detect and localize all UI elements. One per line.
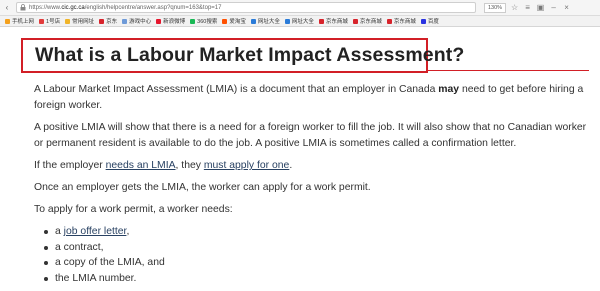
zoom-level[interactable]: 130% <box>484 2 507 13</box>
bookmark-item[interactable]: 手机上网 <box>5 17 34 25</box>
bookmark-favicon-icon <box>65 18 71 24</box>
bookmark-favicon-icon <box>99 18 105 24</box>
bookmark-item[interactable]: 常用网址 <box>65 17 94 25</box>
list-item: the LMIA number. <box>34 271 591 287</box>
bookmark-favicon-icon <box>284 18 290 24</box>
paragraph-intro: A Labour Market Impact Assessment (LMIA)… <box>34 84 584 111</box>
close-icon[interactable]: × <box>562 3 571 12</box>
title-divider <box>427 70 589 71</box>
list-item: a job offer letter, <box>34 224 591 240</box>
job-offer-letter-link[interactable]: job offer letter <box>64 226 127 237</box>
bookmark-item[interactable]: 网址大全 <box>250 17 280 25</box>
bookmark-item[interactable]: 京东商城 <box>352 17 382 25</box>
bookmark-favicon-icon <box>352 18 358 24</box>
bookmark-star-icon[interactable]: ☆ <box>510 3 519 12</box>
browser-toolbar: ‹ https://www.cic.gc.ca/english/helpcent… <box>0 0 600 16</box>
bookmark-item[interactable]: 游戏中心 <box>122 17 151 25</box>
list-item: a contract, <box>34 240 591 256</box>
title-area: What is a Labour Market Impact Assessmen… <box>21 38 591 75</box>
page-content: What is a Labour Market Impact Assessmen… <box>21 38 591 286</box>
bookmark-favicon-icon <box>122 18 128 24</box>
menu-icon[interactable]: ≡ <box>523 3 532 12</box>
bookmark-item[interactable]: 1号店 <box>39 17 60 25</box>
paragraph-positive-lmia: A positive LMIA will show that there is … <box>34 122 587 149</box>
bookmark-item[interactable]: 爱淘宝 <box>222 17 246 25</box>
bookmark-item[interactable]: 网址大全 <box>284 17 314 25</box>
page-title: What is a Labour Market Impact Assessmen… <box>35 44 465 66</box>
extensions-icon[interactable]: ▣ <box>536 3 545 12</box>
must-apply-link[interactable]: must apply for one <box>204 160 289 171</box>
back-icon[interactable]: ‹ <box>2 3 12 13</box>
requirements-list: a job offer letter, a contract, a copy o… <box>34 224 591 286</box>
bookmark-favicon-icon <box>420 18 426 24</box>
bookmark-favicon-icon <box>222 18 228 24</box>
bookmark-favicon-icon <box>386 18 392 24</box>
bookmark-item[interactable]: 新浪微博 <box>156 17 185 25</box>
needs-lmia-link[interactable]: needs an LMIA <box>106 160 176 171</box>
bookmark-item[interactable]: 360搜索 <box>190 17 217 25</box>
bookmark-favicon-icon <box>318 18 324 24</box>
lock-icon <box>20 4 26 11</box>
emphasis-may: may <box>438 84 460 95</box>
paragraph-requirements: To apply for a work permit, a worker nee… <box>34 204 233 215</box>
bookmark-item[interactable]: 百度 <box>420 17 439 25</box>
paragraph-apply: If the employer needs an LMIA, they must… <box>34 160 293 171</box>
bookmark-item[interactable]: 京东商城 <box>318 17 348 25</box>
bookmark-favicon-icon <box>190 18 196 24</box>
minimize-icon[interactable]: – <box>549 3 558 12</box>
article-body: A Labour Market Impact Assessment (LMIA)… <box>21 75 591 286</box>
bookmarks-bar: 手机上网 1号店 常用网址 京东 游戏中心 新浪微博 360搜索 爱淘宝 网址大… <box>0 16 600 27</box>
paragraph-work-permit: Once an employer gets the LMIA, the work… <box>34 182 371 193</box>
bookmark-item[interactable]: 京东商城 <box>386 17 416 25</box>
list-item: a copy of the LMIA, and <box>34 255 591 271</box>
bookmark-favicon-icon <box>39 18 45 24</box>
bookmark-item[interactable]: 京东 <box>99 17 117 25</box>
bookmark-favicon-icon <box>250 18 256 24</box>
bookmark-favicon-icon <box>156 18 162 24</box>
title-highlight-box: What is a Labour Market Impact Assessmen… <box>21 38 464 73</box>
bookmark-favicon-icon <box>5 18 10 24</box>
address-bar[interactable]: https://www.cic.gc.ca/english/helpcentre… <box>16 2 476 13</box>
url-text: https://www.cic.gc.ca/english/helpcentre… <box>29 4 222 11</box>
